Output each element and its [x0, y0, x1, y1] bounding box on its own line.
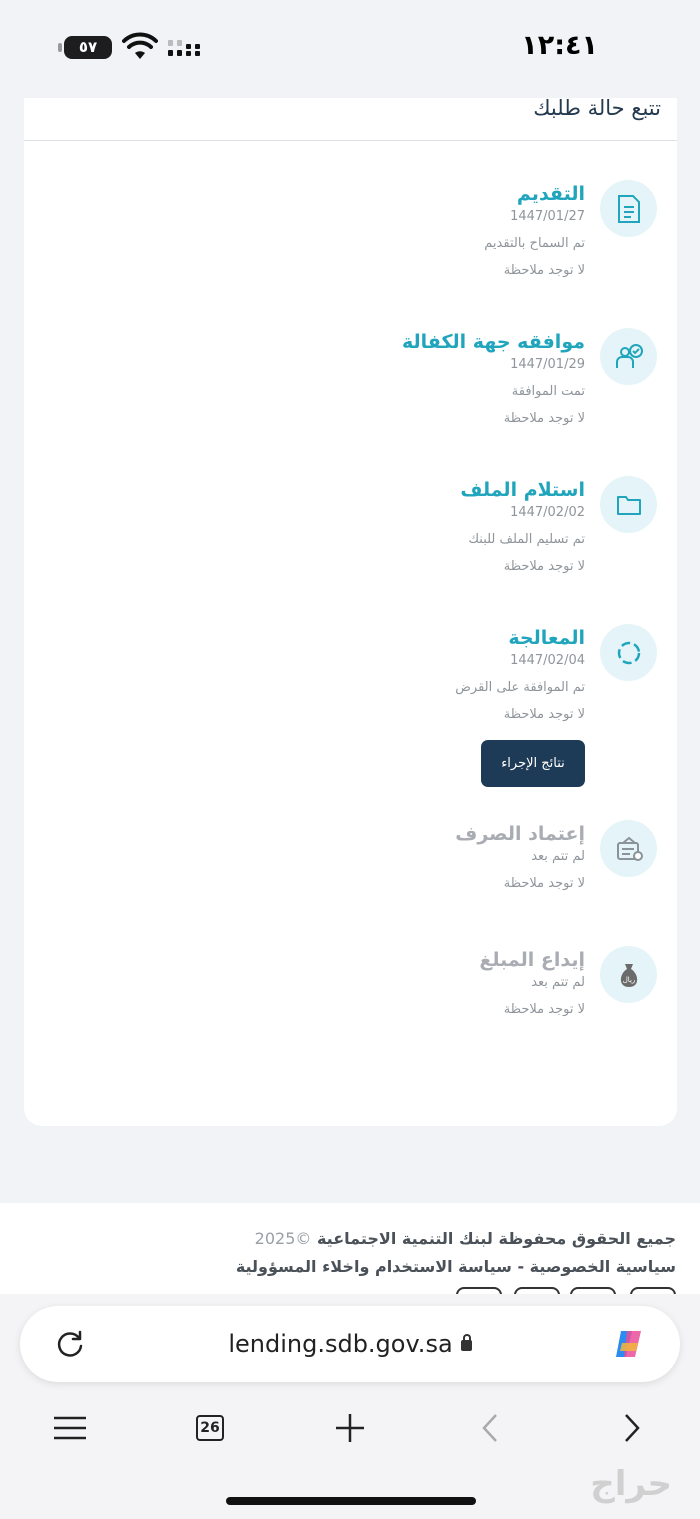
folder-icon [600, 476, 657, 533]
watermark: حراج [590, 1464, 672, 1504]
money-bag-icon: ريال [600, 946, 657, 1003]
processing-icon [600, 624, 657, 681]
step-text: التقديم 1447/01/27 تم السماح بالتقديم لا… [484, 180, 585, 280]
svg-text:ريال: ريال [622, 976, 635, 984]
tabs-button[interactable]: 26 [190, 1408, 230, 1448]
address-bar[interactable]: lending.sdb.gov.sa [20, 1306, 680, 1382]
copyright-line: جميع الحقوق محفوظة لبنك التنمية الاجتماع… [255, 1229, 676, 1248]
new-tab-icon[interactable] [330, 1408, 370, 1448]
step-note: لا توجد ملاحظة [503, 559, 585, 574]
tracking-card: تتبع حالة طلبك التقديم 1447/01/27 تم الس… [24, 98, 677, 1126]
step-status: تمت الموافقة [511, 384, 585, 399]
back-icon[interactable] [470, 1408, 510, 1448]
step-application: التقديم 1447/01/27 تم السماح بالتقديم لا… [137, 180, 657, 300]
card-title: تتبع حالة طلبك [533, 96, 661, 120]
copilot-icon[interactable] [612, 1328, 646, 1360]
site-footer: جميع الحقوق محفوظة لبنك التنمية الاجتماع… [0, 1203, 700, 1317]
copyright-text: جميع الحقوق محفوظة لبنك التنمية الاجتماع… [316, 1229, 676, 1248]
guarantor-approval-icon [600, 328, 657, 385]
step-text: إيداع المبلغ لم تتم بعد لا توجد ملاحظة [479, 946, 585, 1019]
step-disbursement-approval: إعتماد الصرف لم تتم بعد لا توجد ملاحظة [137, 820, 657, 940]
step-date: 1447/01/29 [510, 357, 585, 372]
url-display[interactable]: lending.sdb.gov.sa [20, 1330, 680, 1358]
forward-icon[interactable] [612, 1408, 652, 1448]
browser-nav: 26 [0, 1408, 700, 1448]
step-date: 1447/01/27 [510, 209, 585, 224]
status-bar: ١٢:٤١ ٥٧ [0, 0, 700, 98]
step-text: استلام الملف 1447/02/02 تم تسليم الملف ل… [460, 476, 585, 576]
disbursement-icon [600, 820, 657, 877]
step-status: تم السماح بالتقديم [484, 236, 585, 251]
step-text: المعالجة 1447/02/04 تم الموافقة على القر… [455, 624, 585, 724]
step-title: إعتماد الصرف [455, 823, 585, 845]
step-title: موافقه جهة الكفالة [402, 331, 585, 353]
home-indicator [226, 1497, 476, 1505]
tab-count: 26 [196, 1415, 224, 1441]
browser-toolbar: lending.sdb.gov.sa 26 حراج [0, 1294, 700, 1519]
step-amount-deposit: ريال إيداع المبلغ لم تتم بعد لا توجد ملا… [137, 946, 657, 1066]
step-note: لا توجد ملاحظة [503, 876, 585, 891]
status-time: ١٢:٤١ [521, 30, 598, 61]
step-processing: المعالجة 1447/02/04 تم الموافقة على القر… [137, 624, 657, 744]
step-status: لم تتم بعد [531, 975, 585, 990]
step-title: التقديم [516, 183, 585, 205]
step-file-receipt: استلام الملف 1447/02/02 تم تسليم الملف ل… [137, 476, 657, 596]
copyright-year: ©2025 [254, 1229, 312, 1248]
signal-icon [168, 40, 200, 56]
policy-links[interactable]: سياسية الخصوصية - سياسة الاستخدام واخلاء… [236, 1257, 676, 1276]
divider [24, 140, 677, 141]
step-text: موافقه جهة الكفالة 1447/01/29 تمت المواف… [402, 328, 585, 428]
step-note: لا توجد ملاحظة [503, 707, 585, 722]
step-status: لم تتم بعد [531, 849, 585, 864]
step-date: 1447/02/04 [510, 653, 585, 668]
step-note: لا توجد ملاحظة [503, 411, 585, 426]
step-text: إعتماد الصرف لم تتم بعد لا توجد ملاحظة [455, 820, 585, 893]
step-status: تم تسليم الملف للبنك [468, 532, 585, 547]
step-note: لا توجد ملاحظة [503, 1002, 585, 1017]
lock-icon [460, 1333, 472, 1351]
url-text: lending.sdb.gov.sa [228, 1330, 453, 1358]
step-note: لا توجد ملاحظة [503, 263, 585, 278]
step-status: تم الموافقة على القرض [455, 680, 585, 695]
menu-icon[interactable] [50, 1408, 90, 1448]
wifi-icon [122, 32, 158, 59]
procedure-results-button[interactable]: نتائج الإجراء [481, 740, 585, 787]
document-icon [600, 180, 657, 237]
step-title: المعالجة [508, 627, 585, 649]
battery-icon: ٥٧ [58, 36, 112, 59]
step-title: استلام الملف [460, 479, 585, 501]
step-date: 1447/02/02 [510, 505, 585, 520]
step-title: إيداع المبلغ [479, 949, 585, 971]
step-guarantor-approval: موافقه جهة الكفالة 1447/01/29 تمت المواف… [137, 328, 657, 448]
